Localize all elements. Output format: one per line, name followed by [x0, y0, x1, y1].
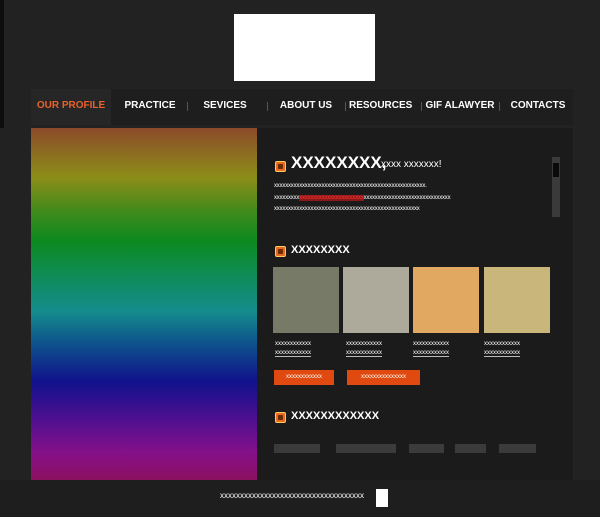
nav-item-our-profile[interactable]: OUR PROFILE [31, 89, 111, 125]
nav-item-practice[interactable]: PRACTICE [116, 89, 184, 125]
placeholder-bar [336, 444, 396, 453]
nav-separator [267, 102, 268, 111]
tile-caption: xxxxxxxxxxxx [275, 341, 311, 347]
footer-badge[interactable] [376, 489, 388, 507]
tile-caption-link[interactable]: xxxxxxxxxxxx [275, 350, 311, 357]
scrollbar-thumb[interactable] [553, 163, 559, 177]
welcome-subtitle: xxxx xxxxxxx! [381, 159, 442, 170]
gallery-tile[interactable] [484, 267, 550, 333]
footer-text: xxxxxxxxxxxxxxxxxxxxxxxxxxxxxxxxxxxx [220, 491, 364, 500]
logo-placeholder[interactable] [234, 14, 375, 81]
section-title: XXXXXXXX [291, 244, 350, 256]
text-span: xxxxxxxxxxxxxxxxxxxxxxxxxxxxxxx [363, 195, 451, 201]
nav-item-resources[interactable]: RESOURCES [349, 89, 412, 125]
left-edge-bar [0, 0, 4, 128]
all-button[interactable]: xxxxxxxxxxxxxxx [347, 370, 420, 385]
gallery-tile[interactable] [343, 267, 409, 333]
welcome-text-line: xxxxxxxxxxxxxxxxxxxxxxxxxxxxxxxxxxxxxxxx… [274, 183, 427, 189]
nav-item-contacts[interactable]: CONTACTS [503, 89, 573, 125]
tile-caption: xxxxxxxxxxxx [484, 341, 520, 347]
gallery-tile[interactable] [413, 267, 479, 333]
placeholder-bar [455, 444, 486, 453]
tile-caption-link[interactable]: xxxxxxxxxxxx [346, 350, 382, 357]
nav-separator [187, 102, 188, 111]
welcome-text-line: xxxxxxxxxxxxxxxxxxxxxxxxxxxxxxxxxxxxxxxx… [274, 195, 451, 201]
more-button[interactable]: xxxxxxxxxxxx [274, 370, 334, 385]
section-title: XXXXXXXXXXXX [291, 410, 380, 422]
tile-caption-link[interactable]: xxxxxxxxxxxx [484, 350, 520, 357]
text-span: xxxxxxxxx [274, 195, 300, 201]
section-bullet-icon [275, 161, 286, 172]
welcome-text-line: xxxxxxxxxxxxxxxxxxxxxxxxxxxxxxxxxxxxxxxx… [274, 206, 420, 212]
hero-gradient-image [31, 128, 257, 480]
placeholder-bar [274, 444, 320, 453]
nav-separator [421, 102, 422, 111]
nav-item-about-us[interactable]: ABOUT US [271, 89, 341, 125]
placeholder-bar [409, 444, 444, 453]
main-nav: OUR PROFILE PRACTICE SEVICES ABOUT US RE… [31, 89, 573, 125]
section-bullet-icon [275, 412, 286, 423]
welcome-title: XXXXXXXX, [291, 153, 387, 172]
nav-separator [345, 102, 346, 111]
tile-caption: xxxxxxxxxxxx [346, 341, 382, 347]
tile-caption-link[interactable]: xxxxxxxxxxxx [413, 350, 449, 357]
gallery-tile[interactable] [273, 267, 339, 333]
section-bullet-icon [275, 246, 286, 257]
highlighted-link[interactable]: xxxxxxxxxxxxxxxxxxxxxxx [299, 195, 364, 201]
nav-item-sevices[interactable]: SEVICES [191, 89, 259, 125]
nav-separator [499, 102, 500, 111]
tile-caption: xxxxxxxxxxxx [413, 341, 449, 347]
placeholder-bar [499, 444, 536, 453]
nav-item-gif-alawyer[interactable]: GIF ALAWYER [425, 89, 495, 125]
